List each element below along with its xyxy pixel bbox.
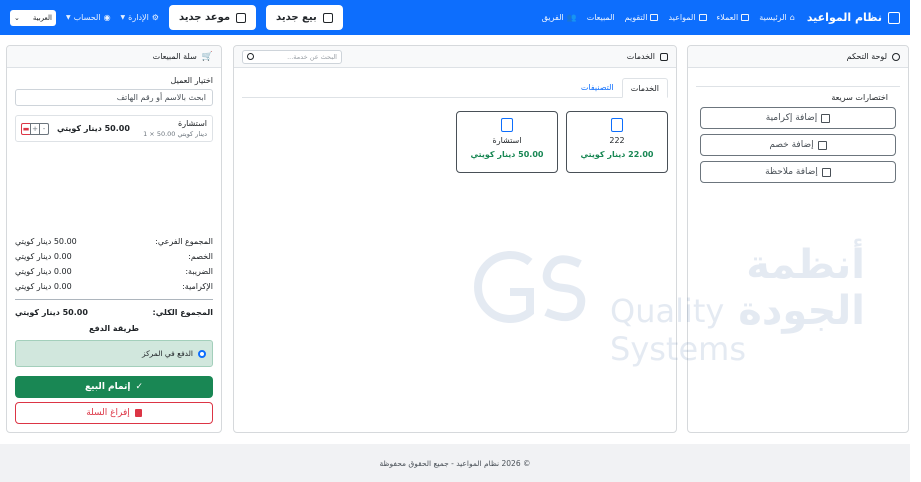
add-tip-button[interactable]: إضافة إكرامية [700, 107, 896, 129]
services-title: الخدمات [626, 52, 655, 61]
service-card[interactable]: استشارة 50.00 دينار كويتي [456, 111, 558, 173]
cart-item-actions: 50.00 دينار كويتي ▬ + - [21, 122, 130, 135]
clipboard-icon [660, 52, 668, 61]
new-appointment-button[interactable]: موعد جديد [168, 5, 257, 30]
tip-row: الإكرامية: 0.00 دينار كويتي [15, 282, 213, 291]
language-select[interactable]: العربية ⌄ [10, 9, 56, 26]
minus-button[interactable]: - [39, 122, 49, 135]
sticky-note-icon [821, 167, 831, 177]
service-name: استشارة [492, 136, 522, 145]
admin-menu[interactable]: ⚙ الإدارة ▼ [121, 13, 159, 22]
people-icon: 👥 [566, 13, 577, 22]
services-title-wrap: الخدمات [627, 52, 668, 61]
clipboard-check-icon [611, 118, 623, 132]
services-tabs: الخدمات التصنيفات [242, 78, 668, 98]
user-circle-icon: ◉ [103, 13, 111, 22]
chevron-down-icon: ⌄ [14, 13, 20, 22]
calendar-grid-icon [650, 14, 659, 21]
brand-title: نظام المواعيد [806, 11, 882, 24]
nav-links: ⌂ الرئيسية العملاء المواعيد التقويم المبي… [542, 13, 795, 22]
calendar-icon [698, 14, 707, 21]
footer: © 2026 نظام المواعيد - جميع الحقوق محفوظ… [0, 444, 910, 482]
speedometer-icon [892, 52, 900, 61]
service-name: 222 [609, 136, 625, 145]
payment-option-center[interactable]: الدفع في المركز [15, 340, 213, 367]
cart-panel-header: 🛒 سلة المبيعات [7, 46, 221, 68]
chevron-down-icon: ▼ [120, 14, 126, 21]
cart-item-total: 50.00 دينار كويتي [57, 124, 130, 133]
clear-cart-button[interactable]: إفراغ السلة [15, 402, 213, 424]
brand[interactable]: نظام المواعيد [807, 11, 900, 24]
home-icon: ⌂ [789, 13, 795, 22]
check-icon: ✓ [135, 382, 144, 392]
control-panel: لوحة التحكم اختصارات سريعة إضافة إكرامية… [687, 45, 909, 433]
control-panel-header: لوحة التحكم [688, 46, 908, 68]
subtotal-row: المجموع الفرعي: 50.00 دينار كويتي [15, 237, 213, 246]
service-cards: 222 22.00 دينار كويتي استشارة 50.00 دينا… [242, 111, 668, 173]
complete-sale-button[interactable]: ✓ إتمام البيع [15, 376, 213, 398]
services-panel-header: الخدمات البحث عن خدمة... [234, 46, 676, 68]
clipboard-check-icon [501, 118, 513, 132]
services-panel: الخدمات البحث عن خدمة... الخدمات التصنيف… [233, 45, 677, 433]
quick-shortcuts-title: اختصارات سريعة [696, 86, 900, 102]
chevron-down-icon: ▼ [66, 14, 71, 21]
service-search-input[interactable]: البحث عن خدمة... [242, 49, 342, 64]
payment-method-title: طريقة الدفع [89, 324, 139, 333]
navbar: نظام المواعيد ⌂ الرئيسية العملاء المواعيد… [0, 0, 910, 35]
cart-title: سلة المبيعات [152, 52, 197, 61]
cart-panel: 🛒 سلة المبيعات اختيار العميل ابحث بالاسم… [6, 45, 222, 433]
customer-search-input[interactable]: ابحث بالاسم أو رقم الهاتف [15, 89, 213, 106]
calendar-plus-icon [236, 12, 247, 23]
calendar-check-icon [888, 11, 900, 24]
tab-categories[interactable]: التصنيفات [573, 78, 622, 97]
cart-totals: المجموع الفرعي: 50.00 دينار كويتي الخصم:… [15, 234, 213, 424]
account-menu[interactable]: ◉ الحساب ▼ [66, 13, 111, 22]
gift-icon [817, 140, 827, 150]
cart-item-detail: دينار كويتي 50.00 × 1 [143, 130, 207, 138]
grand-total-row: المجموع الكلي: 50.00 دينار كويتي [15, 308, 213, 317]
cart-plus-icon [322, 12, 333, 23]
tax-row: الضريبة: 0.00 دينار كويتي [15, 267, 213, 276]
cart-item: استشارة دينار كويتي 50.00 × 1 50.00 دينا… [15, 115, 213, 142]
cart-icon: 🛒 [201, 51, 213, 62]
gift-icon [821, 113, 831, 123]
choose-customer-label: اختيار العميل [170, 76, 213, 85]
add-note-button[interactable]: إضافة ملاحظة [700, 161, 896, 183]
service-price: 22.00 دينار كويتي [580, 150, 654, 159]
discount-row: الخصم: 0.00 دينار كويتي [15, 252, 213, 261]
footer-text: © 2026 نظام المواعيد - جميع الحقوق محفوظ… [379, 458, 531, 468]
nav-calendar[interactable]: التقويم [625, 13, 659, 22]
nav-sales[interactable]: المبيعات [587, 13, 615, 22]
nav-right: بيع جديد موعد جديد ⚙ الإدارة ▼ ◉ الحساب … [10, 5, 343, 30]
divider [15, 299, 213, 300]
nav-team[interactable]: 👥 الفريق [542, 13, 577, 22]
service-price: 50.00 دينار كويتي [470, 150, 544, 159]
nav-appointments[interactable]: المواعيد [668, 13, 707, 22]
nav-home[interactable]: ⌂ الرئيسية [759, 13, 795, 22]
search-icon [247, 53, 254, 60]
tab-services[interactable]: الخدمات [621, 78, 668, 98]
service-card[interactable]: 222 22.00 دينار كويتي [566, 111, 668, 173]
new-sale-button[interactable]: بيع جديد [266, 5, 343, 30]
radio-selected-icon[interactable] [198, 349, 206, 358]
quantity-controls: ▬ + - [21, 122, 49, 135]
gear-icon: ⚙ [151, 13, 159, 22]
trash-icon [134, 409, 142, 417]
cart-item-info: استشارة دينار كويتي 50.00 × 1 [143, 119, 207, 138]
add-discount-button[interactable]: إضافة خصم [700, 134, 896, 156]
control-panel-title: لوحة التحكم [846, 52, 887, 61]
cart-item-name: استشارة [178, 119, 207, 128]
id-card-icon [741, 14, 750, 21]
nav-customers[interactable]: العملاء [717, 13, 750, 22]
